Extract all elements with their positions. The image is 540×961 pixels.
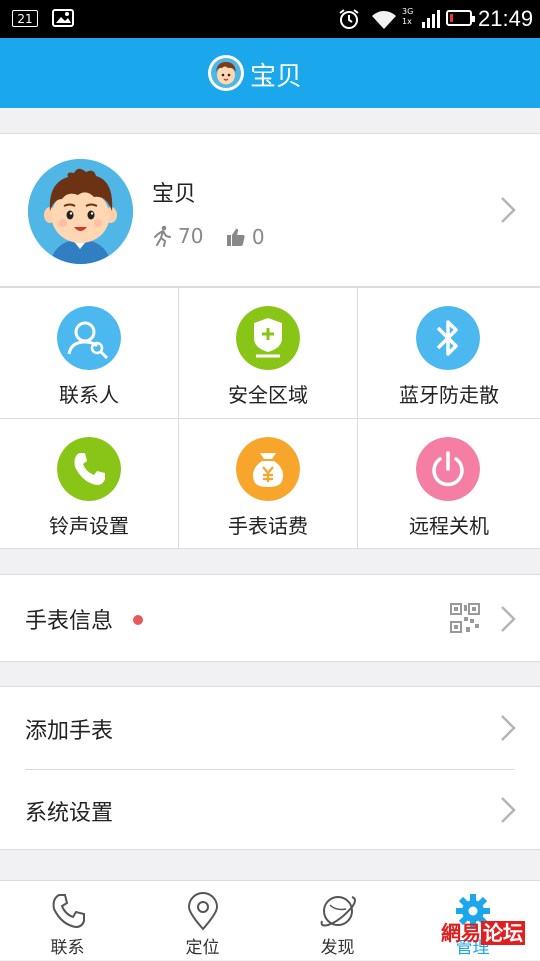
tab-discover[interactable]: 发现 bbox=[270, 881, 405, 961]
boy-avatar-icon bbox=[211, 58, 241, 88]
profile-card[interactable]: 宝贝 70 0 bbox=[0, 133, 540, 287]
feature-remote-shutdown[interactable]: 远程关机 bbox=[358, 418, 540, 549]
battery-icon bbox=[446, 10, 475, 26]
chevron-right-icon bbox=[501, 797, 516, 823]
child-name: 宝贝 bbox=[152, 182, 197, 207]
tab-location[interactable]: 定位 bbox=[135, 881, 270, 961]
money-bag-icon bbox=[236, 437, 300, 501]
thumbs-up-icon bbox=[226, 228, 245, 246]
feature-watch-fee[interactable]: 手表话费 bbox=[179, 418, 358, 549]
phone-icon bbox=[52, 894, 85, 929]
network-sub-label: 1x bbox=[402, 17, 412, 26]
feature-label: 安全区域 bbox=[228, 383, 308, 407]
page-title: 宝贝 bbox=[250, 62, 303, 92]
feature-ringtone[interactable]: 铃声设置 bbox=[0, 418, 179, 549]
feature-contacts[interactable]: 联系人 bbox=[0, 287, 179, 418]
feature-label: 远程关机 bbox=[409, 514, 489, 538]
likes-count: 0 bbox=[251, 225, 265, 249]
tab-label: 定位 bbox=[185, 938, 220, 958]
feature-label: 联系人 bbox=[59, 383, 119, 407]
system-settings-label: 系统设置 bbox=[25, 801, 114, 826]
chevron-right-icon bbox=[501, 197, 516, 223]
wifi-icon bbox=[372, 11, 396, 29]
watermark-boxed-text: 论坛 bbox=[481, 921, 525, 945]
watermark-text: 網易 bbox=[441, 921, 481, 945]
feature-bluetooth[interactable]: 蓝牙防走散 bbox=[358, 287, 540, 418]
chevron-right-icon bbox=[501, 606, 516, 632]
network-label: 3G bbox=[402, 7, 414, 16]
steps-count: 70 bbox=[178, 224, 204, 248]
signal-icon bbox=[422, 10, 440, 28]
feature-grid: 联系人 安全区域 蓝牙防走散 铃声设置 手表话费 远程关机 bbox=[0, 287, 540, 549]
status-bar: 21 3G 1x 21:49 bbox=[0, 0, 540, 38]
tab-label: 联系 bbox=[50, 938, 85, 958]
steps-stat: 70 bbox=[152, 224, 203, 248]
network-type: 3G 1x bbox=[402, 7, 413, 27]
tab-contact[interactable]: 联系 bbox=[0, 881, 135, 961]
profile-stats: 70 0 bbox=[152, 224, 281, 252]
watch-info-label: 手表信息 bbox=[25, 609, 114, 634]
running-icon bbox=[154, 225, 171, 247]
watch-info-row[interactable]: 手表信息 bbox=[0, 574, 540, 662]
system-settings-row[interactable]: 系统设置 bbox=[0, 770, 540, 850]
feature-label: 蓝牙防走散 bbox=[399, 383, 499, 407]
tab-label: 发现 bbox=[320, 938, 355, 958]
qr-code-icon[interactable] bbox=[450, 603, 480, 633]
forum-watermark: 網易 论坛 bbox=[441, 917, 525, 946]
boy-avatar-icon bbox=[28, 159, 133, 264]
likes-stat: 0 bbox=[226, 225, 265, 249]
power-icon bbox=[416, 437, 480, 501]
phone-icon bbox=[57, 437, 121, 501]
image-notification-icon bbox=[52, 9, 74, 27]
child-avatar bbox=[28, 159, 133, 264]
feature-label: 手表话费 bbox=[228, 514, 308, 538]
planet-icon bbox=[320, 896, 356, 927]
feature-safe-zone[interactable]: 安全区域 bbox=[179, 287, 358, 418]
bluetooth-icon bbox=[416, 306, 480, 370]
feature-label: 铃声设置 bbox=[49, 514, 129, 538]
add-watch-row[interactable]: 添加手表 bbox=[0, 687, 540, 769]
location-pin-icon bbox=[187, 892, 219, 931]
add-watch-label: 添加手表 bbox=[25, 719, 114, 744]
settings-card: 添加手表 系统设置 bbox=[0, 686, 540, 850]
notification-count-badge: 21 bbox=[12, 10, 38, 27]
chevron-right-icon bbox=[501, 715, 516, 741]
safe-zone-icon bbox=[236, 306, 300, 370]
header-avatar[interactable] bbox=[208, 55, 244, 91]
unread-dot bbox=[133, 615, 143, 625]
alarm-icon bbox=[339, 9, 359, 29]
contacts-icon bbox=[57, 306, 121, 370]
clock: 21:49 bbox=[478, 6, 534, 31]
